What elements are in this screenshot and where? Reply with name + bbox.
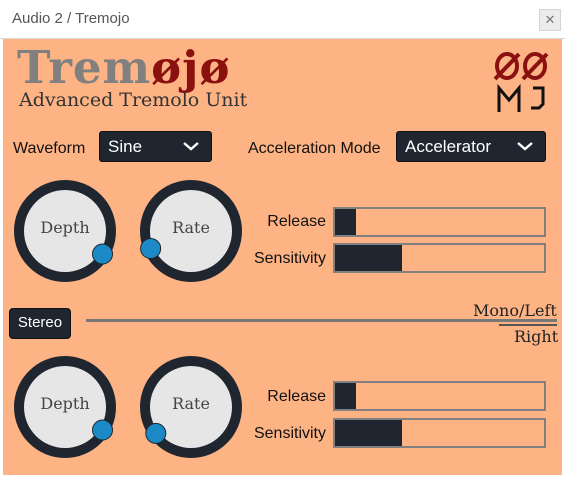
brand-title-oo: øjø bbox=[151, 41, 231, 94]
plugin-window: Audio 2 / Tremojo ✕ Tremøjø Advanced Tre… bbox=[0, 0, 565, 477]
mj-logo bbox=[493, 52, 549, 112]
knob-indicator-dot[interactable] bbox=[92, 419, 114, 441]
window-title: Audio 2 / Tremojo bbox=[12, 10, 130, 27]
depth-knob-bottom[interactable]: Depth bbox=[10, 352, 120, 462]
depth-knob-top[interactable]: Depth bbox=[10, 176, 120, 286]
waveform-label: Waveform bbox=[13, 140, 86, 157]
waveform-value: Sine bbox=[108, 137, 143, 156]
sensitivity-slider-fill bbox=[335, 245, 402, 271]
acceleration-mode-select[interactable]: Accelerator bbox=[396, 131, 546, 162]
brand-title: Tremøjø bbox=[17, 42, 230, 94]
release-slider-fill bbox=[335, 383, 356, 409]
release-slider-bottom[interactable] bbox=[333, 381, 546, 411]
rate-knob-label: Rate bbox=[172, 218, 210, 237]
release-label-bottom: Release bbox=[267, 388, 326, 405]
acceleration-mode-label: Acceleration Mode bbox=[248, 140, 381, 157]
chevron-down-icon bbox=[183, 142, 199, 151]
acceleration-mode-value: Accelerator bbox=[405, 137, 491, 156]
plugin-panel: Tremøjø Advanced Tremolo Unit Waveform S… bbox=[3, 39, 562, 475]
chevron-down-icon bbox=[517, 142, 533, 151]
close-button[interactable]: ✕ bbox=[539, 9, 561, 31]
brand-title-prefix: Trem bbox=[17, 41, 152, 94]
release-label-top: Release bbox=[267, 213, 326, 230]
title-bar: Audio 2 / Tremojo ✕ bbox=[0, 0, 565, 39]
sensitivity-slider-top[interactable] bbox=[333, 243, 546, 273]
rate-knob-top[interactable]: Rate bbox=[136, 176, 246, 286]
brand-subtitle: Advanced Tremolo Unit bbox=[19, 89, 248, 111]
knob-indicator-dot[interactable] bbox=[145, 422, 167, 444]
stereo-button[interactable]: Stereo bbox=[9, 308, 71, 339]
waveform-select[interactable]: Sine bbox=[99, 131, 212, 162]
knob-indicator-dot[interactable] bbox=[92, 243, 114, 265]
sensitivity-slider-bottom[interactable] bbox=[333, 418, 546, 448]
right-channel-label: Right bbox=[514, 327, 559, 346]
rate-knob-bottom[interactable]: Rate bbox=[136, 352, 246, 462]
mono-left-label: Mono/Left bbox=[473, 301, 557, 320]
sensitivity-label-bottom: Sensitivity bbox=[253, 425, 326, 442]
sensitivity-label-top: Sensitivity bbox=[253, 250, 326, 267]
depth-knob-label: Depth bbox=[40, 218, 90, 237]
channel-divider bbox=[499, 324, 557, 326]
knob-indicator-dot[interactable] bbox=[140, 237, 162, 259]
sensitivity-slider-fill bbox=[335, 420, 402, 446]
depth-knob-label: Depth bbox=[40, 394, 90, 413]
release-slider-top[interactable] bbox=[333, 207, 546, 237]
release-slider-fill bbox=[335, 209, 356, 235]
rate-knob-label: Rate bbox=[172, 394, 210, 413]
